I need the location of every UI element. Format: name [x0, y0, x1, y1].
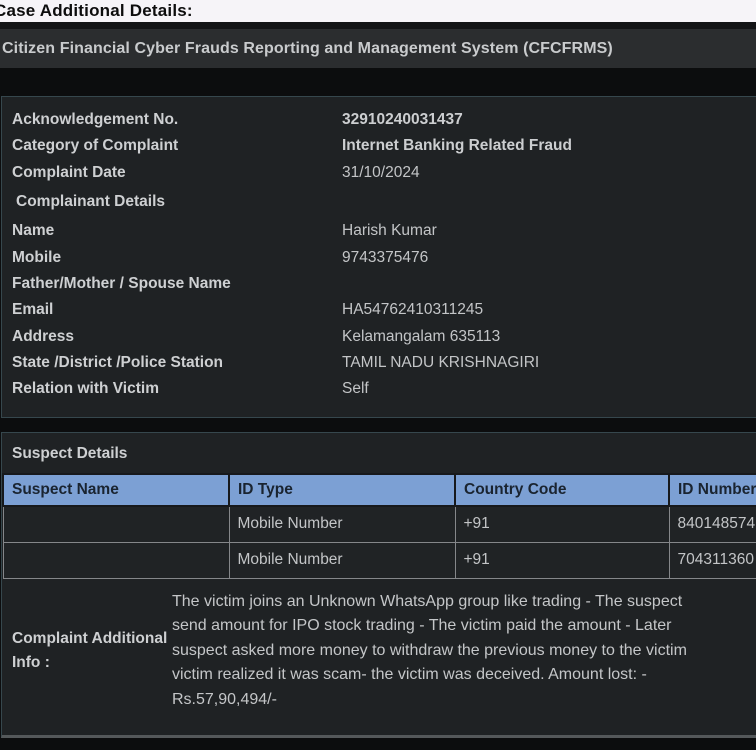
- system-header-bar: Citizen Financial Cyber Frauds Reporting…: [0, 29, 756, 68]
- detail-label: Acknowledgement No.: [12, 111, 342, 129]
- complaint-additional-info-section: Complaint Additional Info : The victim j…: [2, 590, 756, 713]
- info-text-line: send amount for IPO stock trading - The …: [172, 614, 756, 639]
- detail-label: Complainant Details: [12, 193, 342, 211]
- info-text-line: victim realized it was scam- the victim …: [172, 663, 756, 688]
- table-row: Mobile Number+91704311360: [3, 542, 756, 578]
- detail-label: Address: [12, 328, 342, 346]
- divider-strip: [0, 22, 756, 29]
- detail-row: Complaint Date31/10/2024: [12, 160, 756, 186]
- detail-value: Self: [342, 380, 369, 398]
- detail-value: TAMIL NADU KRISHNAGIRI: [342, 354, 539, 372]
- column-header-id-number: ID Number: [669, 474, 756, 506]
- column-header-id-type: ID Type: [229, 474, 455, 506]
- cell-id-type: Mobile Number: [229, 542, 455, 578]
- detail-label: Category of Complaint: [12, 137, 342, 155]
- detail-row: Category of ComplaintInternet Banking Re…: [12, 133, 756, 159]
- page-title: Case Additional Details:: [0, 1, 193, 21]
- complainant-details-panel: Acknowledgement No.32910240031437Categor…: [1, 96, 756, 418]
- detail-row: EmailHA54762410311245: [12, 297, 756, 323]
- info-text-line: suspect asked more money to withdraw the…: [172, 639, 756, 664]
- detail-value: Harish Kumar: [342, 222, 437, 240]
- detail-value: Kelamangalam 635113: [342, 328, 500, 346]
- info-text-line: The victim joins an Unknown WhatsApp gro…: [172, 590, 756, 615]
- info-text-line: Rs.57,90,494/-: [172, 688, 756, 713]
- cell-suspect-name: [3, 542, 229, 578]
- detail-label: Name: [12, 222, 342, 240]
- case-details-view: Case Additional Details: Citizen Financi…: [0, 0, 756, 750]
- column-header-suspect-name: Suspect Name: [3, 474, 229, 506]
- complaint-additional-info-label: Complaint Additional Info :: [12, 627, 172, 675]
- page-title-bar: Case Additional Details:: [0, 0, 756, 22]
- system-header-title: Citizen Financial Cyber Frauds Reporting…: [0, 40, 613, 58]
- detail-value: 9743375476: [342, 249, 428, 267]
- complaint-additional-info-text: The victim joins an Unknown WhatsApp gro…: [172, 590, 756, 713]
- cell-country-code: +91: [455, 542, 669, 578]
- cell-id-type: Mobile Number: [229, 506, 455, 542]
- detail-label: Relation with Victim: [12, 380, 342, 398]
- detail-row: AddressKelamangalam 635113: [12, 323, 756, 349]
- detail-row: Acknowledgement No.32910240031437: [12, 107, 756, 133]
- cell-suspect-name: [3, 506, 229, 542]
- cell-country-code: +91: [455, 506, 669, 542]
- detail-row: Relation with VictimSelf: [12, 376, 756, 402]
- table-row: Mobile Number+91840148574: [3, 506, 756, 542]
- cell-id-number: 840148574: [669, 506, 756, 542]
- detail-value: HA54762410311245: [342, 301, 483, 319]
- detail-label: Mobile: [12, 249, 342, 267]
- detail-label: Father/Mother / Spouse Name: [12, 275, 342, 293]
- detail-label: Email: [12, 301, 342, 319]
- detail-label: State /District /Police Station: [12, 354, 342, 372]
- column-header-country-code: Country Code: [455, 474, 669, 506]
- section-subheader-row: Complainant Details: [12, 189, 756, 215]
- detail-rows: Acknowledgement No.32910240031437Categor…: [12, 107, 756, 402]
- detail-row: NameHarish Kumar: [12, 218, 756, 244]
- detail-value: 32910240031437: [342, 111, 463, 129]
- detail-row: State /District /Police StationTAMIL NAD…: [12, 350, 756, 376]
- detail-label: Complaint Date: [12, 164, 342, 182]
- detail-value: 31/10/2024: [342, 164, 420, 182]
- suspect-table: Suspect Name ID Type Country Code ID Num…: [2, 473, 756, 579]
- detail-row: Father/Mother / Spouse Name: [12, 271, 756, 297]
- detail-row: Mobile9743375476: [12, 244, 756, 270]
- cell-id-number: 704311360: [669, 542, 756, 578]
- suspect-details-panel: Suspect Details Suspect Name ID Type Cou…: [1, 432, 756, 738]
- detail-value: Internet Banking Related Fraud: [342, 137, 572, 155]
- suspect-table-header-row: Suspect Name ID Type Country Code ID Num…: [3, 474, 756, 506]
- suspect-details-heading: Suspect Details: [2, 441, 756, 473]
